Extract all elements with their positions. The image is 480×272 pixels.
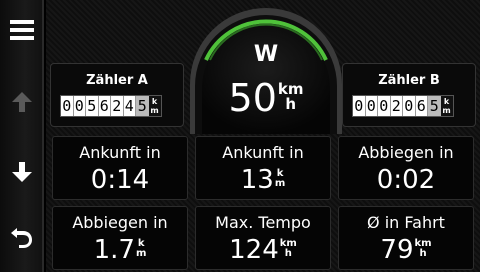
field-arrival-time[interactable]: Ankunft in 0:14: [52, 136, 188, 200]
odometer-digit: 0: [366, 96, 378, 116]
field-unit: km h: [280, 239, 297, 259]
back-arrow-icon: [11, 228, 32, 248]
odometer-digit: 6: [99, 96, 111, 116]
unit-bottom: m: [150, 106, 159, 115]
menu-button[interactable]: [0, 10, 44, 50]
odometer-digit: 0: [74, 96, 86, 116]
field-label: Ø in Fahrt: [367, 213, 445, 232]
speed-unit: km h: [278, 82, 304, 112]
field-label: Ankunft in: [79, 143, 161, 162]
unit-top: k: [151, 97, 158, 106]
unit-top: k: [443, 97, 450, 106]
trip-a-label: Zähler A: [86, 73, 148, 88]
odometer-digit-decimal: 5: [136, 96, 149, 116]
odometer-digit: 0: [403, 96, 416, 116]
field-value-number: 0:14: [90, 165, 150, 195]
field-value-number: 79: [380, 235, 414, 265]
odometer-unit: k m: [148, 96, 161, 116]
field-value: 124 km h: [196, 235, 330, 265]
odometer-unit: k m: [440, 96, 453, 116]
odometer-digit: 0: [61, 96, 74, 116]
scroll-up-button[interactable]: [0, 82, 44, 122]
trip-counter-b: Zähler B 0 0 0 2 0 6 5 k m: [342, 63, 476, 127]
field-value: 0:14: [53, 165, 187, 195]
unit-bottom: m: [442, 106, 451, 115]
hamburger-menu-icon: [10, 20, 34, 40]
unit-bottom: h: [285, 95, 297, 113]
field-value: 79 km h: [339, 235, 473, 265]
trip-a-odometer: 0 0 5 6 2 4 5 k m: [60, 95, 162, 117]
back-button[interactable]: [0, 216, 44, 256]
scroll-down-button[interactable]: [0, 152, 44, 192]
field-label: Abbiegen in: [358, 143, 454, 162]
field-value: 0:02: [339, 165, 473, 195]
data-fields: Ankunft in 0:14 Ankunft in 13 k m Abbiegen…: [50, 133, 476, 272]
field-unit: km: [275, 169, 285, 189]
field-unit: km h: [415, 239, 432, 259]
field-arrival-distance[interactable]: Ankunft in 13 k m: [195, 136, 331, 200]
field-max-speed[interactable]: Max. Tempo 124 km h: [195, 206, 331, 270]
trip-counter-a: Zähler A 0 0 5 6 2 4 5 k m: [50, 63, 184, 127]
current-speed-value: 50: [228, 76, 277, 120]
field-label: Abbiegen in: [72, 213, 168, 232]
unit-bottom: m: [135, 248, 147, 259]
arrow-up-icon: [12, 92, 32, 112]
odometer-digit: 4: [124, 96, 136, 116]
odometer-digit: 0: [378, 96, 391, 116]
field-value-number: 0:02: [376, 165, 436, 195]
odometer-digit: 2: [111, 96, 124, 116]
field-label: Max. Tempo: [215, 213, 311, 232]
unit-bottom: h: [284, 248, 292, 259]
field-label: Ankunft in: [222, 143, 304, 162]
unit-bottom: h: [419, 248, 427, 259]
field-value-number: 13: [240, 165, 274, 195]
odometer-digit: 5: [86, 96, 99, 116]
field-value: 13 k m: [196, 165, 330, 195]
field-turn-distance[interactable]: Abbiegen in 1.7 k m: [52, 206, 188, 270]
odometer-digit-decimal: 5: [428, 96, 441, 116]
field-turn-time[interactable]: Abbiegen in 0:02: [338, 136, 474, 200]
odometer-digit: 0: [353, 96, 366, 116]
odometer-digit: 2: [391, 96, 403, 116]
field-value-number: 124: [229, 235, 279, 265]
trip-b-odometer: 0 0 0 2 0 6 5 k m: [352, 95, 454, 117]
field-moving-average[interactable]: Ø in Fahrt 79 km h: [338, 206, 474, 270]
arrow-down-icon: [12, 162, 32, 182]
field-unit: km: [136, 239, 146, 259]
sidebar: [0, 0, 44, 272]
unit-bottom: m: [274, 178, 286, 189]
trip-computer: Zähler A 0 0 5 6 2 4 5 k m Zähler B 0 0 …: [46, 0, 480, 272]
odometer-digit: 6: [416, 96, 428, 116]
compass-speedometer[interactable]: W 50 km h: [186, 8, 346, 134]
field-value: 1.7 k m: [53, 235, 187, 265]
field-value-number: 1.7: [93, 235, 135, 265]
trip-b-label: Zähler B: [378, 73, 440, 88]
compass-heading: W: [253, 42, 279, 67]
current-speed: 50 km h: [186, 76, 346, 120]
